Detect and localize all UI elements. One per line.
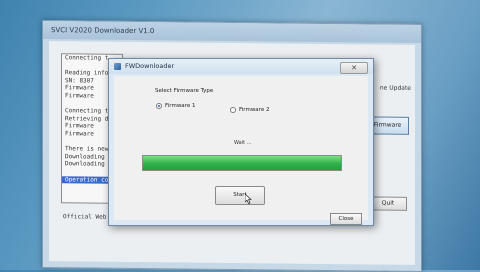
quit-button[interactable]: Quit [369,196,407,211]
dialog-client: Select Firmware Type Firmware 1 Firmware… [114,76,368,225]
firmware-type-label: Select Firmware Type [155,88,214,94]
download-progress-bar [142,155,342,171]
downloader-window-title: SVCI V2020 Downloader V1.0 [43,21,421,43]
fwdownloader-dialog: FWDownloader ✕ Select Firmware Type Firm… [108,58,374,226]
close-icon[interactable]: ✕ [340,62,368,74]
dialog-title: FWDownloader [125,62,175,70]
firmware-1-label[interactable]: Firmware 1 [165,103,195,109]
update-option-label: ne Update [379,84,411,92]
firmware-2-label[interactable]: Firmware 2 [239,107,269,113]
start-button[interactable]: Start [215,186,265,205]
firmware-1-radio[interactable] [156,103,162,109]
mouse-pointer-icon [245,194,252,204]
status-text: Wait ... [234,140,252,146]
progress-fill [143,156,341,170]
dialog-titlebar: FWDownloader ✕ [109,59,373,74]
close-button[interactable]: Close [330,213,362,225]
firmware-2-radio[interactable] [230,107,236,113]
app-icon [114,63,121,70]
official-website-label: Official Web [63,213,107,221]
